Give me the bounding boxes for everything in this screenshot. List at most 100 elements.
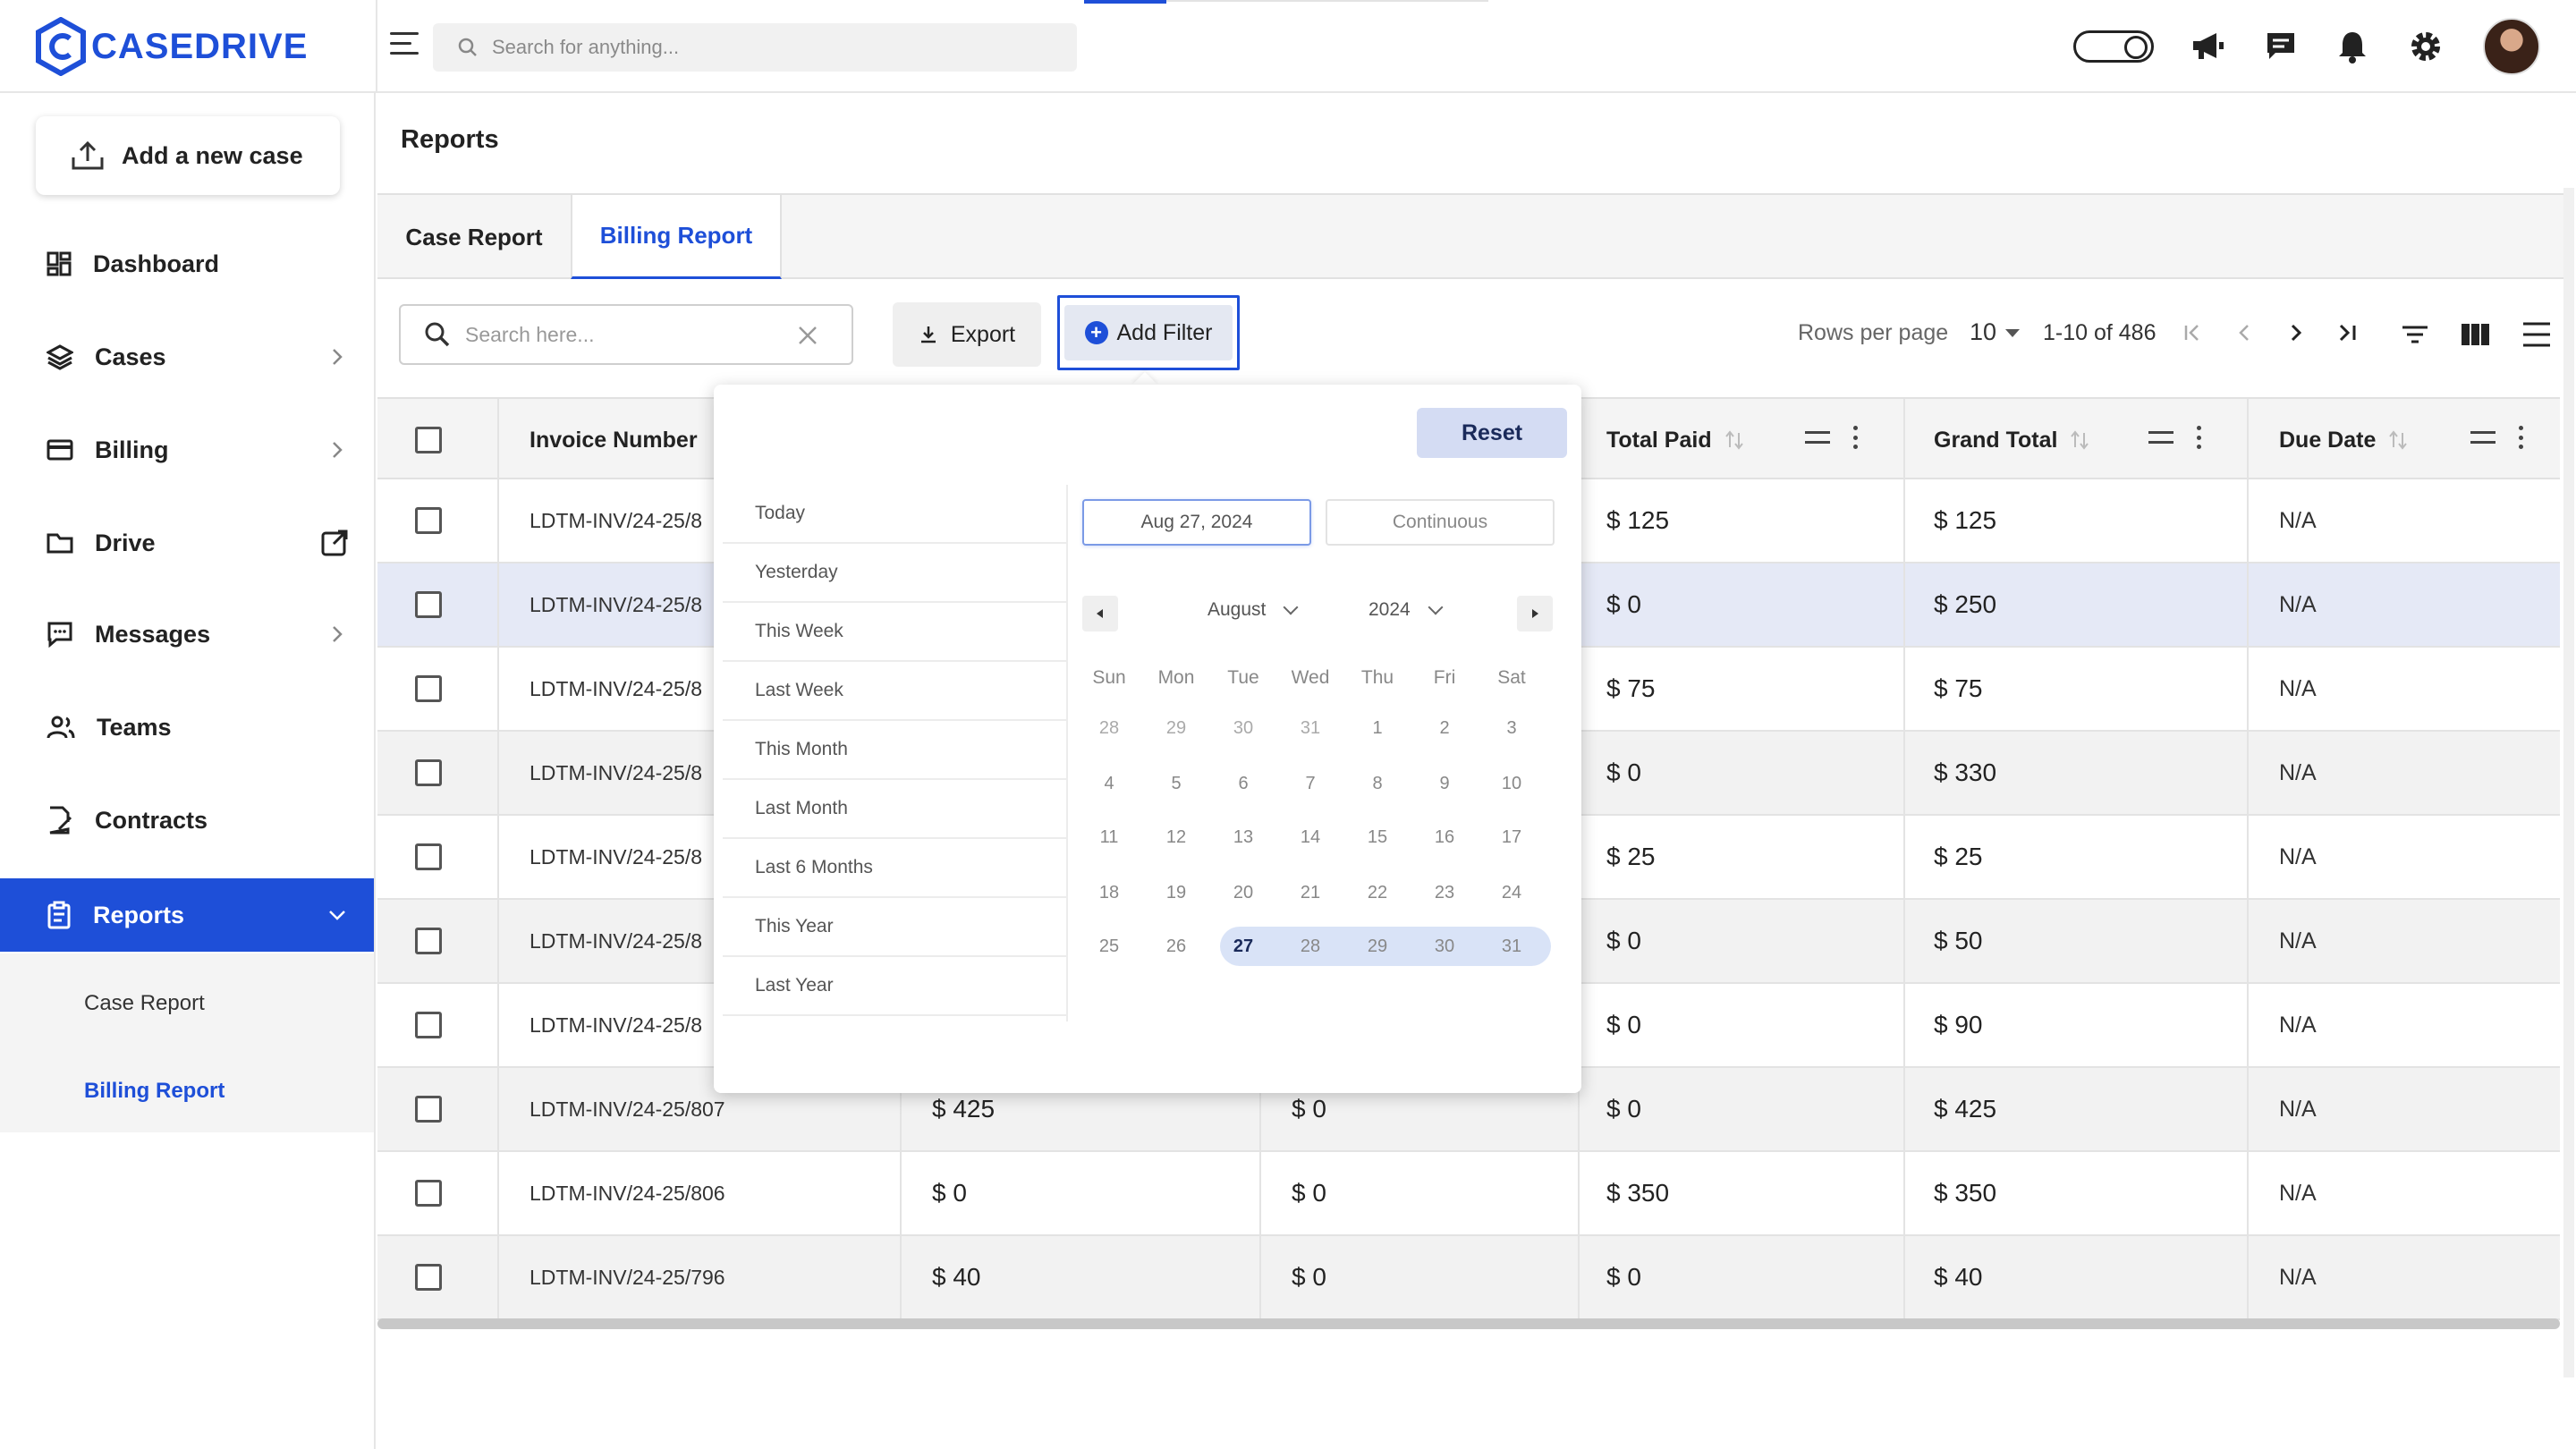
external-link-icon[interactable] bbox=[320, 529, 349, 557]
sidebar-item-reports[interactable]: Reports bbox=[0, 878, 374, 952]
first-page-icon[interactable] bbox=[2177, 317, 2209, 349]
calendar-day[interactable]: 12 bbox=[1149, 818, 1203, 857]
calendar-day[interactable]: 15 bbox=[1351, 818, 1404, 857]
start-date-field[interactable]: Aug 27, 2024 bbox=[1082, 499, 1311, 546]
month-select[interactable]: August bbox=[1208, 599, 1299, 621]
invoice-number-cell[interactable]: LDTM-INV/24-25/8 bbox=[530, 984, 702, 1066]
calendar-day[interactable]: 4 bbox=[1082, 764, 1136, 803]
calendar-day[interactable]: 8 bbox=[1351, 764, 1404, 803]
sidebar-item-teams[interactable]: Teams bbox=[0, 691, 374, 764]
calendar-day[interactable]: 16 bbox=[1418, 818, 1471, 857]
sort-icon[interactable] bbox=[2388, 429, 2408, 451]
sort-icon[interactable] bbox=[2070, 429, 2089, 451]
calendar-day[interactable]: 11 bbox=[1082, 818, 1136, 857]
calendar-day[interactable]: 27 bbox=[1216, 927, 1270, 966]
date-preset-option[interactable]: This Year bbox=[723, 898, 1066, 957]
column-header-due-date[interactable]: Due Date bbox=[2279, 399, 2408, 481]
column-menu-icon[interactable] bbox=[2197, 426, 2202, 449]
global-search-input[interactable] bbox=[492, 36, 1029, 59]
horizontal-scrollbar[interactable] bbox=[377, 1318, 2560, 1329]
calendar-day[interactable]: 18 bbox=[1082, 873, 1136, 912]
calendar-day[interactable]: 25 bbox=[1082, 927, 1136, 966]
bell-icon[interactable] bbox=[2333, 27, 2372, 66]
row-checkbox[interactable] bbox=[415, 591, 442, 618]
invoice-number-cell[interactable]: LDTM-INV/24-25/8 bbox=[530, 900, 702, 982]
calendar-day[interactable]: 21 bbox=[1284, 873, 1337, 912]
invoice-number-cell[interactable]: LDTM-INV/24-25/8 bbox=[530, 732, 702, 814]
sidebar-item-billing[interactable]: Billing bbox=[0, 413, 374, 487]
sidebar-item-messages[interactable]: Messages bbox=[0, 597, 374, 671]
invoice-number-cell[interactable]: LDTM-INV/24-25/8 bbox=[530, 816, 702, 898]
calendar-day[interactable]: 1 bbox=[1351, 708, 1404, 748]
export-button[interactable]: Export bbox=[893, 302, 1041, 367]
tab-billing-report[interactable]: Billing Report bbox=[571, 195, 782, 279]
calendar-day[interactable]: 30 bbox=[1216, 708, 1270, 748]
calendar-day[interactable]: 6 bbox=[1216, 764, 1270, 803]
select-all-checkbox[interactable] bbox=[415, 427, 442, 453]
drag-handle-icon[interactable] bbox=[2470, 431, 2496, 444]
add-case-button[interactable]: Add a new case bbox=[36, 116, 340, 195]
column-menu-icon[interactable] bbox=[1853, 426, 1859, 449]
calendar-day[interactable]: 28 bbox=[1082, 708, 1136, 748]
date-preset-option[interactable]: Last 6 Months bbox=[723, 839, 1066, 898]
invoice-number-cell[interactable]: LDTM-INV/24-25/807 bbox=[530, 1068, 725, 1150]
row-checkbox[interactable] bbox=[415, 1264, 442, 1291]
calendar-day[interactable]: 5 bbox=[1149, 764, 1203, 803]
calendar-day[interactable]: 26 bbox=[1149, 927, 1203, 966]
avatar[interactable] bbox=[2483, 18, 2540, 75]
date-preset-option[interactable]: Today bbox=[723, 485, 1066, 544]
calendar-day[interactable]: 31 bbox=[1485, 927, 1538, 966]
invoice-number-cell[interactable]: LDTM-INV/24-25/796 bbox=[530, 1236, 725, 1318]
close-icon[interactable] bbox=[796, 324, 819, 347]
date-preset-option[interactable]: Last Year bbox=[723, 957, 1066, 1016]
gear-icon[interactable] bbox=[2406, 27, 2445, 66]
row-checkbox[interactable] bbox=[415, 675, 442, 702]
row-checkbox[interactable] bbox=[415, 507, 442, 534]
table-row[interactable]: LDTM-INV/24-25/806 $ 0 $ 0 $ 350 $ 350 N/A bbox=[377, 1152, 2560, 1236]
casedrive-logo[interactable]: CASEDRIVE bbox=[36, 14, 308, 79]
megaphone-icon[interactable] bbox=[2188, 27, 2227, 66]
tab-case-report[interactable]: Case Report bbox=[377, 195, 571, 279]
date-preset-option[interactable]: This Month bbox=[723, 721, 1066, 780]
global-search[interactable] bbox=[433, 23, 1077, 72]
rows-per-page-select[interactable]: 10 bbox=[1970, 318, 1996, 346]
column-header-total-paid[interactable]: Total Paid bbox=[1606, 399, 1744, 481]
calendar-day[interactable]: 3 bbox=[1485, 708, 1538, 748]
invoice-number-cell[interactable]: LDTM-INV/24-25/806 bbox=[530, 1152, 725, 1234]
date-preset-option[interactable]: Last Week bbox=[723, 662, 1066, 721]
density-icon[interactable] bbox=[2519, 317, 2555, 352]
row-checkbox[interactable] bbox=[415, 1096, 442, 1123]
row-checkbox[interactable] bbox=[415, 759, 442, 786]
prev-page-icon[interactable] bbox=[2229, 317, 2261, 349]
sidebar-item-dashboard[interactable]: Dashboard bbox=[0, 227, 374, 301]
column-header-grand-total[interactable]: Grand Total bbox=[1934, 399, 2089, 481]
row-checkbox[interactable] bbox=[415, 843, 442, 870]
last-page-icon[interactable] bbox=[2331, 317, 2363, 349]
columns-icon[interactable] bbox=[2458, 317, 2494, 352]
calendar-day[interactable]: 29 bbox=[1351, 927, 1404, 966]
invoice-number-cell[interactable]: LDTM-INV/24-25/8 bbox=[530, 479, 702, 562]
date-preset-option[interactable]: Last Month bbox=[723, 780, 1066, 839]
sidebar-subitem-billing-report[interactable]: Billing Report bbox=[84, 1079, 225, 1104]
vertical-scrollbar[interactable] bbox=[2563, 188, 2574, 1377]
calendar-day[interactable]: 13 bbox=[1216, 818, 1270, 857]
calendar-day[interactable]: 14 bbox=[1284, 818, 1337, 857]
calendar-day[interactable]: 23 bbox=[1418, 873, 1471, 912]
add-filter-button[interactable]: + Add Filter bbox=[1057, 295, 1240, 370]
filter-lines-icon[interactable] bbox=[2397, 317, 2433, 352]
calendar-day[interactable]: 20 bbox=[1216, 873, 1270, 912]
calendar-day[interactable]: 2 bbox=[1418, 708, 1471, 748]
caret-down-icon[interactable] bbox=[2005, 329, 2020, 337]
end-date-field[interactable]: Continuous bbox=[1326, 499, 1555, 546]
calendar-day[interactable]: 19 bbox=[1149, 873, 1203, 912]
sort-icon[interactable] bbox=[1724, 429, 1744, 451]
table-search[interactable] bbox=[399, 304, 853, 365]
calendar-day[interactable]: 28 bbox=[1284, 927, 1337, 966]
next-month-button[interactable] bbox=[1517, 596, 1553, 631]
calendar-day[interactable]: 31 bbox=[1284, 708, 1337, 748]
reset-button[interactable]: Reset bbox=[1417, 408, 1567, 458]
sidebar-subitem-case-report[interactable]: Case Report bbox=[84, 991, 205, 1016]
calendar-day[interactable]: 7 bbox=[1284, 764, 1337, 803]
calendar-day[interactable]: 10 bbox=[1485, 764, 1538, 803]
date-preset-option[interactable]: Yesterday bbox=[723, 544, 1066, 603]
